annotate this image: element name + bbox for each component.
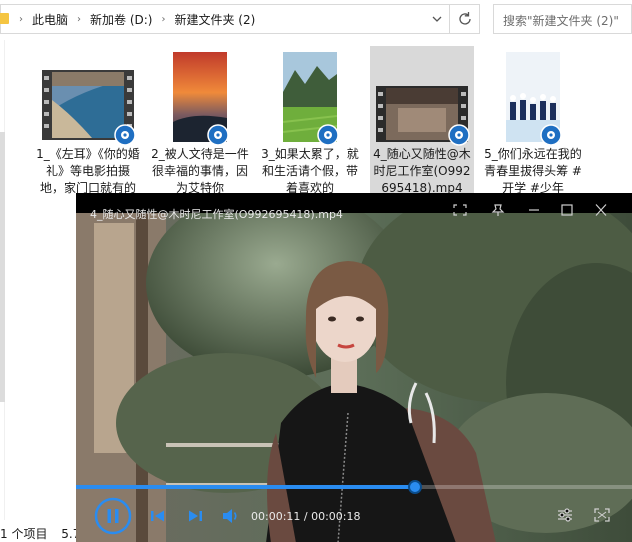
player-controls: 00:00:11 / 00:00:18: [76, 473, 632, 542]
player-title: 4_随心又随性@木时尼工作室(O992695418).mp4: [90, 208, 343, 221]
progress-knob[interactable]: [408, 480, 423, 494]
settings-icon[interactable]: [556, 507, 574, 523]
item-count: 1 个项目: [0, 527, 48, 541]
progress-bar[interactable]: [76, 480, 632, 494]
refresh-icon: [459, 12, 471, 25]
media-player-badge-icon: [448, 124, 470, 146]
fullscreen-icon[interactable]: [593, 507, 611, 523]
player-title-bar[interactable]: 4_随心又随性@木时尼工作室(O992695418).mp4: [76, 193, 632, 221]
volume-icon[interactable]: [222, 508, 240, 524]
file-item[interactable]: 3_如果太累了，就和生活请个假，带着喜欢的: [258, 46, 362, 196]
address-bar[interactable]: › 此电脑 › 新加卷 (D:) › 新建文件夹 (2): [0, 4, 480, 34]
maximize-icon[interactable]: [559, 203, 575, 217]
media-player-badge-icon: [114, 124, 136, 146]
previous-button[interactable]: [150, 509, 166, 523]
chevron-right-icon: ›: [19, 14, 23, 25]
search-input[interactable]: 搜索"新建文件夹 (2)": [493, 4, 632, 34]
file-item[interactable]: 5_你们永远在我的青春里拔得头筹 #开学 #少年: [481, 46, 585, 196]
desktop: › 此电脑 › 新加卷 (D:) › 新建文件夹 (2) 搜索"新建文件夹 (2…: [0, 0, 632, 542]
file-item-selected[interactable]: 4_随心又随性@木时尼工作室(O992695418).mp4: [370, 46, 474, 196]
next-button[interactable]: [187, 509, 203, 523]
close-icon[interactable]: [593, 203, 609, 217]
fullscreen-toggle-icon[interactable]: [452, 203, 468, 217]
playback-time: 00:00:11 / 00:00:18: [251, 510, 361, 523]
folder-icon: [0, 13, 9, 24]
pause-button[interactable]: [94, 497, 132, 535]
search-placeholder: 搜索"新建文件夹 (2)": [503, 14, 619, 28]
navigation-pane[interactable]: [0, 40, 5, 520]
media-player-window[interactable]: 4_随心又随性@木时尼工作室(O992695418).mp4 00:00:11 …: [76, 193, 632, 542]
file-name: 5_你们永远在我的青春里拔得头筹 #开学 #少年: [484, 147, 582, 194]
minimize-icon[interactable]: [526, 203, 542, 217]
media-player-badge-icon: [540, 124, 562, 146]
file-item[interactable]: 2_被人文待是一件很幸福的事情，因为艾特你: [148, 46, 252, 196]
chevron-down-icon[interactable]: [429, 11, 445, 27]
file-name: 3_如果太累了，就和生活请个假，带着喜欢的: [261, 147, 359, 194]
media-player-badge-icon: [207, 124, 229, 146]
progress-fill: [76, 485, 416, 489]
file-name: 1_《左耳》《你的婚礼》等电影拍摄地，家门口就有的: [36, 147, 140, 194]
chevron-right-icon: ›: [77, 14, 82, 25]
breadcrumb-this-pc[interactable]: 此电脑: [32, 11, 68, 28]
media-player-badge-icon: [317, 124, 339, 146]
file-item[interactable]: 1_《左耳》《你的婚礼》等电影拍摄地，家门口就有的: [36, 46, 140, 196]
breadcrumb: › 此电脑 › 新加卷 (D:) › 新建文件夹 (2): [15, 11, 255, 28]
file-name: 2_被人文待是一件很幸福的事情，因为艾特你: [151, 147, 249, 194]
breadcrumb-drive-d[interactable]: 新加卷 (D:): [90, 11, 152, 28]
file-name: 4_随心又随性@木时尼工作室(O992695418).mp4: [373, 147, 471, 195]
chevron-right-icon: ›: [161, 14, 166, 25]
pin-icon[interactable]: [490, 203, 506, 217]
refresh-button[interactable]: [449, 5, 479, 33]
scrollbar[interactable]: [0, 132, 5, 402]
breadcrumb-folder[interactable]: 新建文件夹 (2): [174, 11, 255, 28]
